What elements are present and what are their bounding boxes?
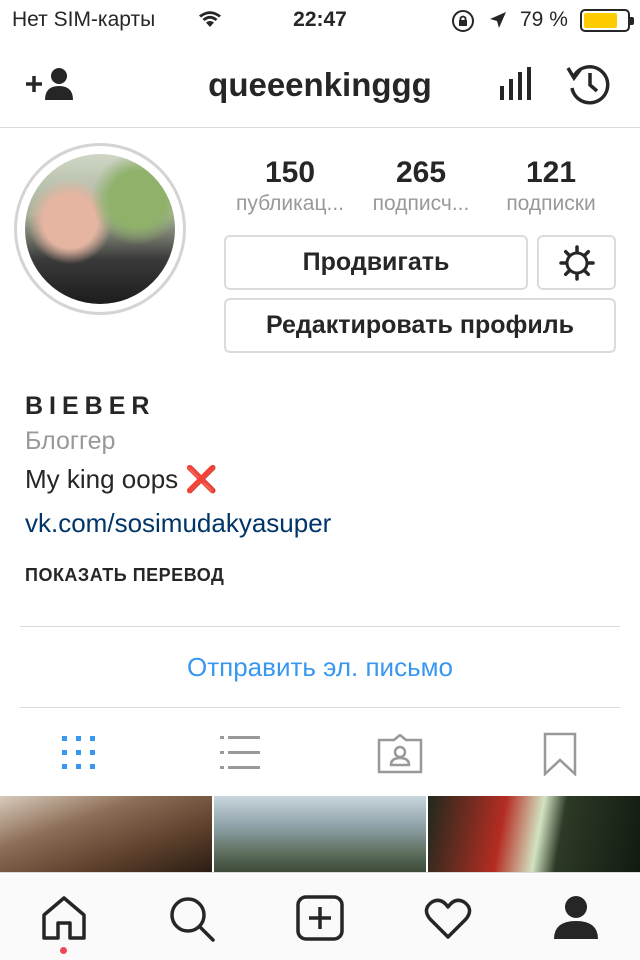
edit-profile-button[interactable]: Редактировать профиль <box>224 298 616 353</box>
post-thumbnail[interactable] <box>214 796 426 872</box>
page-title: queeenkinggg <box>208 66 432 103</box>
profile-bio: My king oops ❌ <box>25 464 218 495</box>
profile-name: BIEBER <box>25 392 156 420</box>
post-thumbnail[interactable] <box>0 796 212 872</box>
bottom-tab-bar <box>0 872 640 960</box>
settings-button[interactable] <box>537 235 616 290</box>
bio-text: My king oops <box>25 464 179 494</box>
profile-header: queeenkinggg <box>0 40 640 128</box>
stat-posts[interactable]: 150 публикац... <box>225 156 355 216</box>
notification-dot <box>60 947 67 954</box>
stat-following-count: 121 <box>525 156 577 189</box>
stat-followers-label: подписч... <box>372 192 470 215</box>
list-icon[interactable] <box>220 736 260 770</box>
battery-icon <box>580 9 634 32</box>
profile-website-link[interactable]: vk.com/sosimudakyasuper <box>25 508 331 539</box>
promote-button[interactable]: Продвигать <box>224 235 528 290</box>
photo-grid <box>0 796 640 872</box>
location-icon <box>490 12 506 28</box>
stat-followers-count: 265 <box>395 156 447 189</box>
add-post-icon[interactable] <box>296 895 344 941</box>
stat-following-label: подписки <box>506 192 596 215</box>
profile-category: Блоггер <box>25 427 116 455</box>
home-icon[interactable] <box>40 895 88 941</box>
cross-mark-emoji: ❌ <box>185 464 218 494</box>
stat-posts-label: публикац... <box>235 192 345 215</box>
stat-following[interactable]: 121 подписки <box>486 156 616 216</box>
grid-icon[interactable] <box>62 736 96 770</box>
profile-icon[interactable] <box>552 893 600 941</box>
send-email-button[interactable]: Отправить эл. письмо <box>0 652 640 683</box>
status-bar: Нет SIM-карты 22:47 79 % <box>0 0 640 40</box>
rotation-lock-icon <box>452 10 474 32</box>
search-icon[interactable] <box>168 895 216 943</box>
saved-icon[interactable] <box>543 732 577 776</box>
battery-percent: 79 % <box>520 8 568 31</box>
gear-icon <box>558 245 595 281</box>
profile-tabs <box>0 708 640 794</box>
insights-icon[interactable] <box>498 66 534 102</box>
stat-posts-count: 150 <box>264 156 316 189</box>
tagged-icon[interactable] <box>377 734 423 774</box>
archive-icon[interactable] <box>566 62 612 106</box>
avatar[interactable] <box>25 154 175 304</box>
divider <box>20 626 620 627</box>
show-translation-link[interactable]: ПОКАЗАТЬ ПЕРЕВОД <box>25 565 224 586</box>
battery-fill <box>584 13 617 28</box>
post-thumbnail[interactable] <box>428 796 640 872</box>
stat-followers[interactable]: 265 подписч... <box>356 156 486 216</box>
activity-icon[interactable] <box>424 897 472 939</box>
